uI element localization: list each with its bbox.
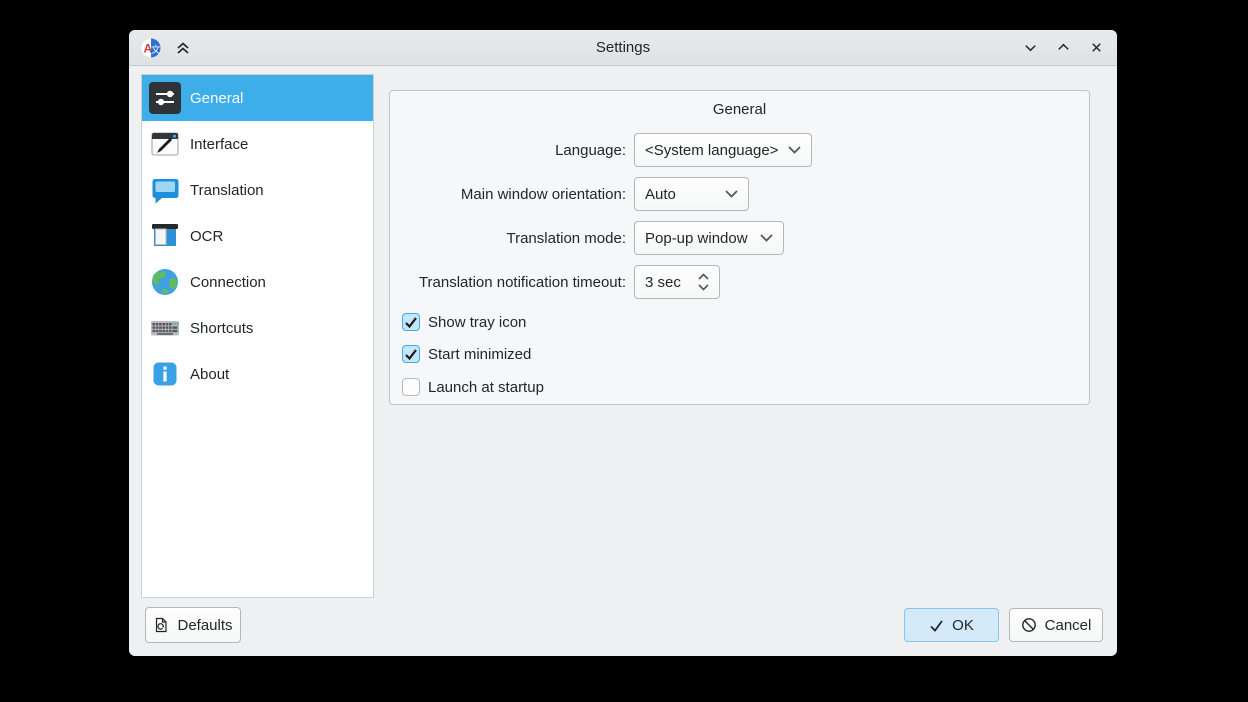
chevron-down-icon bbox=[760, 234, 773, 242]
orientation-label: Main window orientation: bbox=[390, 186, 626, 203]
speech-bubble-icon bbox=[149, 174, 181, 206]
titlebar[interactable]: Settings A 文 bbox=[129, 30, 1117, 66]
info-icon bbox=[149, 358, 181, 390]
combobox-value: <System language> bbox=[645, 142, 778, 159]
translation-mode-row: Translation mode: Pop-up window bbox=[390, 221, 784, 255]
chevron-down-icon bbox=[788, 146, 801, 154]
sidebar-item-interface[interactable]: Interface bbox=[142, 121, 373, 167]
spin-up-icon[interactable] bbox=[698, 273, 709, 280]
reset-document-icon bbox=[153, 617, 169, 633]
window-title: Settings bbox=[129, 39, 1117, 56]
language-combobox[interactable]: <System language> bbox=[634, 133, 812, 167]
sidebar-item-label: General bbox=[190, 90, 243, 107]
translation-mode-label: Translation mode: bbox=[390, 230, 626, 247]
spinbox-value: 3 sec bbox=[645, 274, 681, 291]
settings-window: Settings A 文 bbox=[129, 30, 1117, 656]
minimize-button[interactable] bbox=[1021, 39, 1039, 57]
sidebar-item-label: OCR bbox=[190, 228, 223, 245]
sidebar-item-label: Shortcuts bbox=[190, 320, 253, 337]
button-label: Defaults bbox=[177, 617, 232, 634]
language-label: Language: bbox=[390, 142, 626, 159]
sidebar-item-general[interactable]: General bbox=[142, 75, 373, 121]
checkbox-label: Launch at startup bbox=[428, 379, 544, 396]
checkbox-label: Start minimized bbox=[428, 346, 531, 363]
chevron-down-icon bbox=[725, 190, 738, 198]
language-row: Language: <System language> bbox=[390, 133, 812, 167]
timeout-label: Translation notification timeout: bbox=[390, 274, 626, 291]
combobox-value: Pop-up window bbox=[645, 230, 748, 247]
group-title: General bbox=[390, 101, 1089, 118]
scanner-icon bbox=[149, 220, 181, 252]
defaults-button[interactable]: Defaults bbox=[145, 607, 241, 643]
checkbox-label: Show tray icon bbox=[428, 314, 526, 331]
translation-mode-combobox[interactable]: Pop-up window bbox=[634, 221, 784, 255]
window-brush-icon bbox=[149, 128, 181, 160]
svg-text:文: 文 bbox=[151, 44, 161, 56]
sidebar-item-label: Interface bbox=[190, 136, 248, 153]
sidebar-item-translation[interactable]: Translation bbox=[142, 167, 373, 213]
sidebar-item-label: About bbox=[190, 366, 229, 383]
sidebar-item-label: Translation bbox=[190, 182, 264, 199]
maximize-button[interactable] bbox=[1054, 39, 1072, 57]
sidebar-item-about[interactable]: About bbox=[142, 351, 373, 397]
ok-button[interactable]: OK bbox=[904, 608, 999, 642]
orientation-combobox[interactable]: Auto bbox=[634, 177, 749, 211]
button-label: Cancel bbox=[1045, 617, 1092, 634]
show-tray-icon-checkbox[interactable] bbox=[402, 313, 420, 331]
sidebar-item-connection[interactable]: Connection bbox=[142, 259, 373, 305]
orientation-row: Main window orientation: Auto bbox=[390, 177, 749, 211]
sidebar-item-label: Connection bbox=[190, 274, 266, 291]
general-group-box: General Language: <System language> Main… bbox=[389, 90, 1090, 405]
check-icon bbox=[929, 618, 944, 633]
keyboard-icon bbox=[149, 312, 181, 344]
spin-down-icon[interactable] bbox=[698, 284, 709, 291]
start-minimized-checkbox[interactable] bbox=[402, 345, 420, 363]
show-tray-icon-row: Show tray icon bbox=[402, 312, 526, 332]
cancel-icon bbox=[1021, 617, 1037, 633]
launch-at-startup-row: Launch at startup bbox=[402, 377, 544, 397]
sliders-icon bbox=[149, 82, 181, 114]
timeout-row: Translation notification timeout: 3 sec bbox=[390, 265, 720, 299]
sidebar-item-shortcuts[interactable]: Shortcuts bbox=[142, 305, 373, 351]
desktop: { "titlebar": { "title": "Settings" }, "… bbox=[0, 0, 1248, 702]
keep-above-icon[interactable] bbox=[174, 39, 192, 57]
sidebar-item-ocr[interactable]: OCR bbox=[142, 213, 373, 259]
settings-category-list: General Interface Translation bbox=[141, 74, 374, 598]
combobox-value: Auto bbox=[645, 186, 676, 203]
globe-icon bbox=[149, 266, 181, 298]
close-button[interactable] bbox=[1087, 39, 1105, 57]
app-icon: A 文 bbox=[141, 38, 161, 58]
button-label: OK bbox=[952, 617, 974, 634]
timeout-spinbox[interactable]: 3 sec bbox=[634, 265, 720, 299]
cancel-button[interactable]: Cancel bbox=[1009, 608, 1103, 642]
start-minimized-row: Start minimized bbox=[402, 344, 531, 364]
launch-at-startup-checkbox[interactable] bbox=[402, 378, 420, 396]
